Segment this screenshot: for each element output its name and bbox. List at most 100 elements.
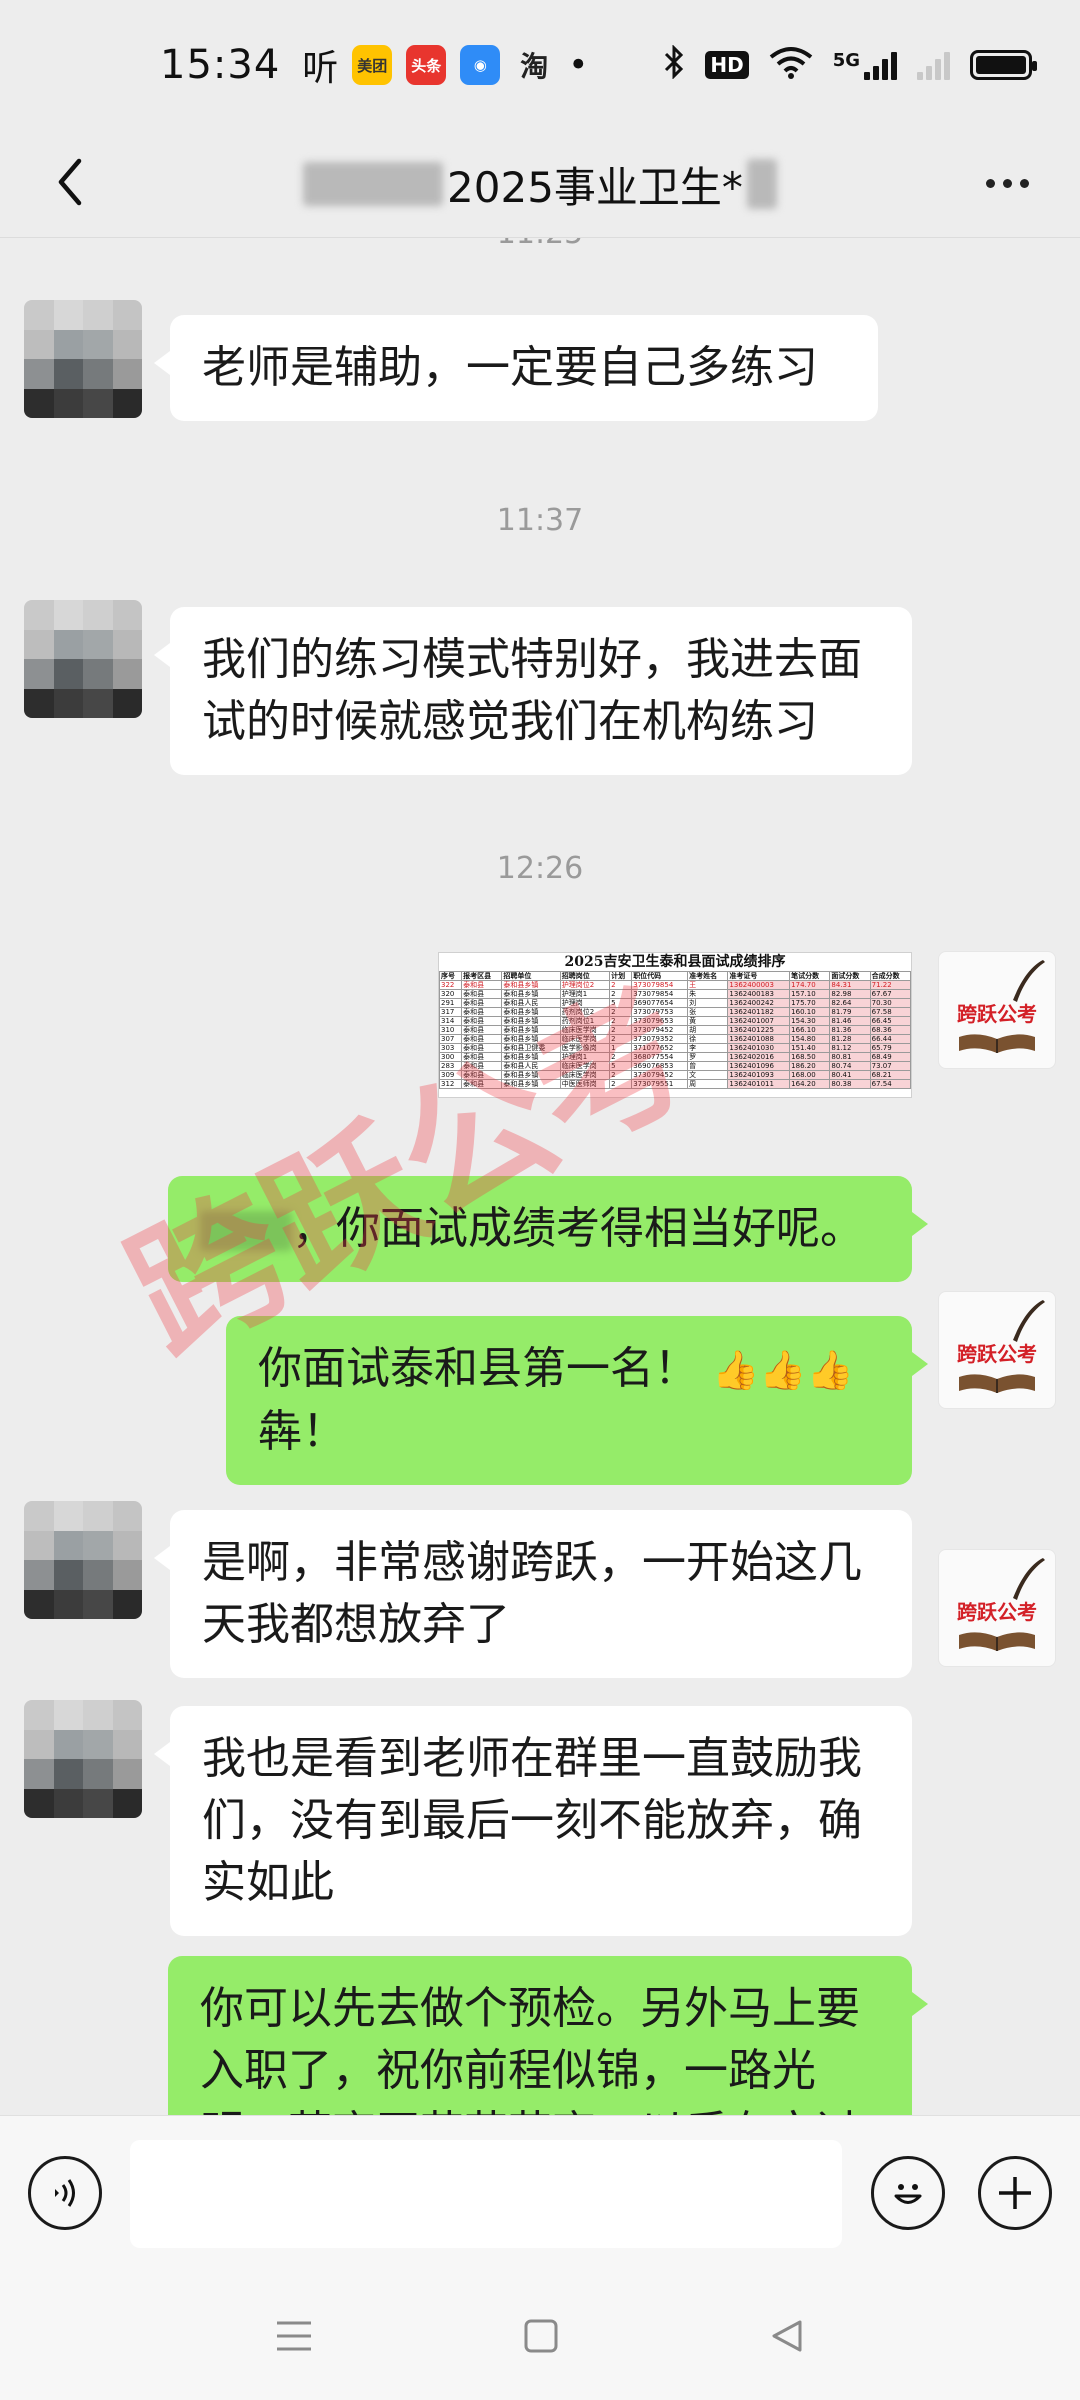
table-cell: 临床医学岗 <box>559 1025 611 1035</box>
table-cell: 泰和县乡镇 <box>501 1052 561 1062</box>
table-cell: 82.98 <box>829 989 871 999</box>
input-bar <box>0 2115 1080 2275</box>
avatar[interactable] <box>24 600 142 718</box>
status-time: 15:34 <box>160 42 281 88</box>
table-cell: 71.22 <box>869 980 911 990</box>
battery-fill <box>976 56 1026 74</box>
table-cell: 泰和县 <box>461 1070 503 1080</box>
open-book-icon <box>959 1631 1035 1651</box>
back-triangle-icon[interactable] <box>769 2318 805 2358</box>
voice-button[interactable] <box>28 2156 102 2230</box>
table-cell: 186.20 <box>789 1061 831 1071</box>
table-cell: 泰和县 <box>461 1025 503 1035</box>
message-bubble-incoming[interactable]: 是啊，非常感谢跨跃，一开始这几天我都想放弃了 <box>154 1510 912 1678</box>
ting-icon: 听 <box>302 48 339 89</box>
table-cell: 81.79 <box>829 1007 871 1017</box>
avatar-self[interactable]: 跨跃公考 <box>938 951 1056 1069</box>
avatar[interactable] <box>24 1501 142 1619</box>
taobao-app-icon: 淘 <box>520 50 549 83</box>
table-cell: 81.12 <box>829 1043 871 1053</box>
table-row: 322 泰和县 泰和县乡镇 护理岗位2 2 373079854 王 1362400003 174… <box>439 980 911 990</box>
table-cell: 309 <box>439 1070 463 1080</box>
table-cell: 泰和县 <box>461 1079 503 1089</box>
chat-area[interactable]: 11:25 老师是辅助，一定要自己多练习 11:37 我们的练习模式特别好，我进… <box>0 238 1080 2115</box>
table-header-cell: 职位代码 <box>631 971 689 981</box>
table-cell: 66.44 <box>869 1034 911 1044</box>
message-text-line2: 犇！ <box>258 1406 346 1457</box>
table-cell: 174.70 <box>789 980 831 990</box>
table-row: 310 泰和县 泰和县乡镇 临床医学岗 2 373079452 胡 1362401225 166… <box>439 1025 911 1035</box>
table-cell: 1362401030 <box>727 1043 791 1053</box>
table-header-cell: 报考区县 <box>461 971 503 981</box>
table-cell: 164.20 <box>789 1079 831 1089</box>
plus-icon <box>999 2177 1031 2209</box>
message-bubble-outgoing[interactable]: 你面试泰和县第一名！ 👍👍👍 犇！ <box>226 1316 928 1485</box>
avatar[interactable] <box>24 1700 142 1818</box>
table-row: 320 泰和县 泰和县乡镇 护理岗1 2 373079854 朱 1362400183 157.… <box>439 989 911 999</box>
home-icon[interactable] <box>523 2318 559 2358</box>
table-cell: 2 <box>609 1034 633 1044</box>
message-bubble-incoming[interactable]: 我也是看到老师在群里一直鼓励我们，没有到最后一刻不能放弃，确实如此 <box>154 1706 912 1936</box>
table-cell: 307 <box>439 1034 463 1044</box>
table-cell: 175.70 <box>789 998 831 1008</box>
table-row: 309 泰和县 泰和县乡镇 临床医学岗 2 373079452 文 1362401093 168… <box>439 1070 911 1080</box>
table-row: 303 泰和县 泰和县卫健委 医学影像岗 1 371077652 李 1362401030 15… <box>439 1043 911 1053</box>
more-options-button[interactable] <box>972 158 1042 208</box>
chat-title: 2025事业卫生* <box>447 162 743 212</box>
table-cell: 373079452 <box>631 1070 689 1080</box>
shared-image-score-table[interactable]: 2025吉安卫生泰和县面试成绩排序 序号 报考区县 招聘单位 招聘岗位 计划 职位代码 准考… <box>438 952 912 1098</box>
table-cell: 373079352 <box>631 1034 689 1044</box>
avatar-self[interactable]: 跨跃公考 <box>938 1549 1056 1667</box>
table-cell: 283 <box>439 1061 463 1071</box>
table-cell: 66.45 <box>869 1016 911 1026</box>
table-cell: 药剂岗位2 <box>559 1007 611 1017</box>
message-text: ，你面试成绩考得相当好呢。 <box>292 1203 864 1254</box>
table-cell: 护理岗位2 <box>559 980 611 990</box>
table-cell: 80.38 <box>829 1079 871 1089</box>
table-cell: 322 <box>439 980 463 990</box>
message-input[interactable] <box>130 2140 842 2248</box>
table-cell: 157.10 <box>789 989 831 999</box>
table-cell: 临床医学岗 <box>559 1061 611 1071</box>
message-bubble-incoming[interactable]: 老师是辅助，一定要自己多练习 <box>154 315 878 421</box>
table-cell: 泰和县 <box>461 1061 503 1071</box>
table-cell: 泰和县人民 <box>501 1061 561 1071</box>
table-cell: 1362400003 <box>727 980 791 990</box>
table-cell: 泰和县乡镇 <box>501 1034 561 1044</box>
timestamp: 11:37 <box>496 503 584 538</box>
toutiao-app-icon: 头条 <box>406 45 447 85</box>
table-cell: 2 <box>609 980 633 990</box>
table-cell: 373079452 <box>631 1025 689 1035</box>
table-cell: 312 <box>439 1079 463 1089</box>
battery-icon <box>970 50 1037 80</box>
table-cell: 81.36 <box>829 1025 871 1035</box>
table-cell: 81.28 <box>829 1034 871 1044</box>
quill-pen-icon <box>1013 960 1045 1002</box>
message-bubble-outgoing[interactable]: 你可以先去做个预检。另外马上要入职了，祝你前程似锦，一路光明，芳齐开花花花齐，以… <box>168 1956 928 2115</box>
message-bubble-incoming[interactable]: 我们的练习模式特别好，我进去面试的时候就感觉我们在机构练习 <box>154 607 912 775</box>
image-table-title: 2025吉安卫生泰和县面试成绩排序 <box>564 954 786 970</box>
table-cell: 168.50 <box>789 1052 831 1062</box>
menu-icon[interactable] <box>275 2319 313 2357</box>
table-cell: 154.80 <box>789 1034 831 1044</box>
table-cell: 泰和县卫健委 <box>501 1043 561 1053</box>
table-header-cell: 计划 <box>609 971 633 981</box>
table-cell: 300 <box>439 1052 463 1062</box>
emoji-button[interactable] <box>871 2156 945 2230</box>
table-cell: 73.07 <box>869 1061 911 1071</box>
table-cell: 1362401225 <box>727 1025 791 1035</box>
message-text: 你面试泰和县第一名！ <box>258 1343 698 1394</box>
smiley-icon <box>894 2184 922 2204</box>
more-functions-button[interactable] <box>978 2156 1052 2230</box>
avatar-self[interactable]: 跨跃公考 <box>938 1291 1056 1409</box>
avatar[interactable] <box>24 300 142 418</box>
network-label: 5G <box>832 50 860 71</box>
table-cell: 1362401093 <box>727 1070 791 1080</box>
message-bubble-outgoing[interactable]: ，你面试成绩考得相当好呢。 <box>168 1176 928 1282</box>
status-bar: 15:34 听 美团 头条 ◉ 淘 • HD 5G <box>0 0 1080 130</box>
table-row: 283 泰和县 泰和县人民 临床医学岗 5 369076853 曾 1362401096 186… <box>439 1061 911 1071</box>
table-cell: 徐 <box>687 1034 729 1044</box>
table-cell: 2 <box>609 1016 633 1026</box>
table-cell: 80.74 <box>829 1061 871 1071</box>
table-row: 314 泰和县 泰和县乡镇 药剂岗位1 2 373079653 黄 1362401007 154… <box>439 1016 911 1026</box>
